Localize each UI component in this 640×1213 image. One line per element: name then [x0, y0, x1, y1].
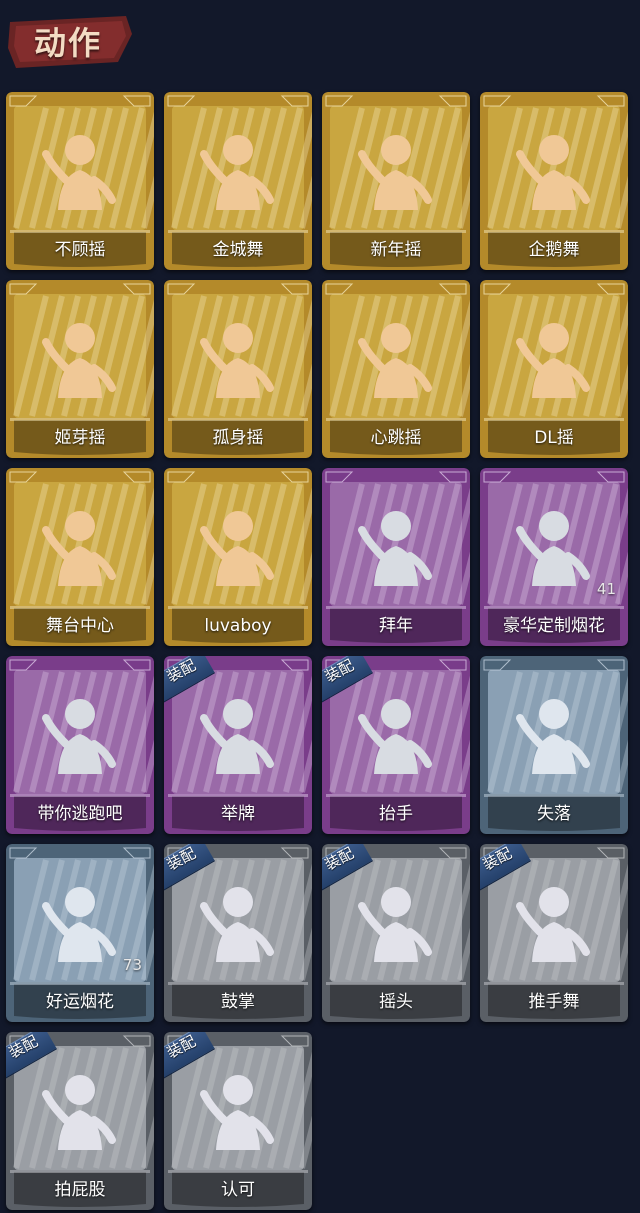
action-card[interactable]: 73 好运烟花	[6, 844, 154, 1022]
action-card[interactable]: 拜年	[322, 468, 470, 646]
action-name: 推手舞	[528, 992, 580, 1012]
action-name: 认可	[221, 1180, 255, 1200]
action-card[interactable]: 装配 鼓掌	[164, 844, 312, 1022]
action-name: 鼓掌	[221, 992, 255, 1012]
action-name: 失落	[537, 804, 571, 824]
action-card[interactable]: 金城舞	[164, 92, 312, 270]
action-name: 孤身摇	[212, 428, 264, 448]
action-card[interactable]: 心跳摇	[322, 280, 470, 458]
action-card[interactable]: 装配 举牌	[164, 656, 312, 834]
action-name: 不顾摇	[54, 240, 106, 260]
action-card[interactable]: 孤身摇	[164, 280, 312, 458]
item-count: 73	[122, 956, 142, 974]
action-card[interactable]: 41 豪华定制烟花	[480, 468, 628, 646]
action-name: 新年摇	[370, 240, 422, 260]
action-card[interactable]: 失落	[480, 656, 628, 834]
action-card[interactable]: 企鹅舞	[480, 92, 628, 270]
action-card[interactable]: 舞台中心	[6, 468, 154, 646]
action-name: 拜年	[379, 616, 413, 636]
item-count: 41	[596, 580, 616, 598]
action-name: DL摇	[534, 428, 574, 448]
action-card[interactable]: 姬芽摇	[6, 280, 154, 458]
action-name: 拍屁股	[54, 1180, 106, 1200]
action-card[interactable]: 装配 认可	[164, 1032, 312, 1210]
action-card[interactable]: DL摇	[480, 280, 628, 458]
action-card[interactable]: 装配 推手舞	[480, 844, 628, 1022]
action-name: 企鹅舞	[528, 240, 580, 260]
action-card[interactable]: 装配 拍屁股	[6, 1032, 154, 1210]
action-grid: 不顾摇 金城舞 新年摇 企鹅舞 姬芽摇 孤身摇 心跳摇 DL摇 舞台中心 luv…	[0, 0, 640, 1213]
action-name: 舞台中心	[46, 616, 114, 636]
action-name: 摇头	[379, 992, 413, 1012]
action-name: 心跳摇	[370, 428, 422, 448]
action-card[interactable]: 装配 摇头	[322, 844, 470, 1022]
action-name: 金城舞	[212, 240, 264, 260]
action-name: luvaboy	[204, 616, 272, 636]
action-name: 豪华定制烟花	[503, 616, 605, 636]
action-card[interactable]: 装配 抬手	[322, 656, 470, 834]
action-card[interactable]: 新年摇	[322, 92, 470, 270]
action-name: 举牌	[221, 804, 255, 824]
action-name: 抬手	[379, 804, 413, 824]
action-card[interactable]: 不顾摇	[6, 92, 154, 270]
action-card[interactable]: 带你逃跑吧	[6, 656, 154, 834]
action-name: 带你逃跑吧	[37, 804, 123, 824]
action-name: 姬芽摇	[54, 428, 106, 448]
action-card[interactable]: luvaboy	[164, 468, 312, 646]
action-name: 好运烟花	[46, 992, 114, 1012]
